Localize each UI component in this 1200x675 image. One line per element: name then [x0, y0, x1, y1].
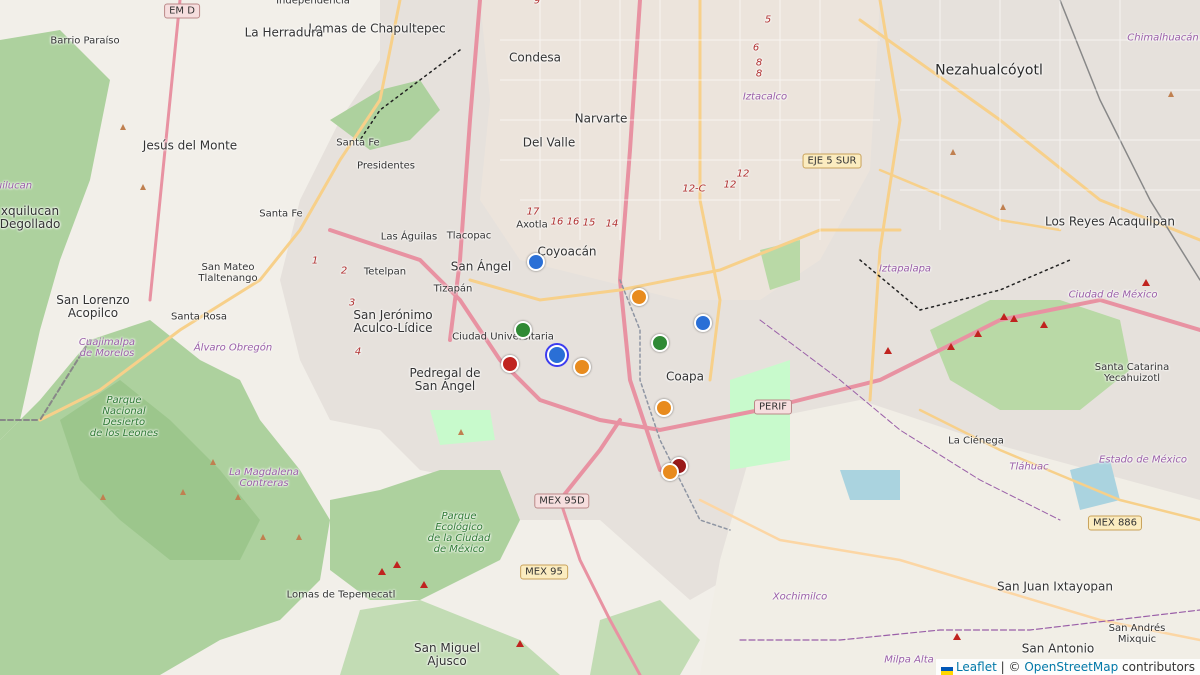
place-label-magdalena: La Magdalena Contreras — [229, 467, 299, 489]
place-label-coyoacan: Coyoacán — [537, 244, 597, 259]
place-label-nezahualcoyotl: Nezahualcóyotl — [935, 62, 1043, 79]
place-label-san-antonio: San Antonio — [1021, 641, 1095, 656]
map-attribution: Leaflet | © OpenStreetMap contributors — [935, 659, 1200, 675]
place-label-tetelpan: Tetelpan — [363, 266, 407, 278]
place-label-cuajimalpa: Cuajimalpa de Morelos — [78, 337, 136, 359]
place-label-los-reyes: Los Reyes Acaquilpan — [1044, 214, 1176, 229]
map-marker-m2[interactable] — [630, 288, 648, 306]
place-label-la-herradura: La Herradura — [244, 25, 324, 40]
place-label-san-jeronimo: San Jerónimo Aculco-Lídice — [353, 307, 433, 335]
route-number-label: 5 — [764, 14, 772, 26]
map-marker-m4[interactable] — [514, 321, 532, 339]
route-number-label: 14 — [605, 218, 619, 230]
route-number-label: 2 — [340, 265, 348, 277]
place-label-santa-fe-2: Santa Fe — [259, 208, 303, 220]
place-label-san-andres-mixquic: San Andrés Mixquic — [1108, 623, 1166, 645]
place-label-san-lorenzo: San Lorenzo Acopilco — [56, 292, 130, 320]
route-number-label: 8 — [755, 57, 763, 69]
route-number-label: 3 — [348, 297, 356, 309]
place-label-del-valle: Del Valle — [522, 135, 576, 150]
route-number-label: 8 — [755, 68, 763, 80]
place-label-parque-desierto: Parque Nacional Desierto de los Leones — [89, 395, 159, 439]
place-label-axotla: Axotla — [516, 219, 548, 231]
place-label-santa-fe-1: Santa Fe — [336, 137, 380, 149]
place-label-ciudad-universitaria: Ciudad Universitaria — [452, 331, 554, 343]
place-label-san-angel: San Ángel — [450, 259, 512, 274]
leaflet-link[interactable]: Leaflet — [956, 660, 997, 674]
place-label-ciudad-mexico: Ciudad de México — [1068, 289, 1158, 301]
map-marker-m1[interactable] — [527, 253, 545, 271]
place-label-las-aguilas: Las Águilas — [380, 231, 438, 243]
road-shield-mex-95d: MEX 95D — [534, 493, 590, 509]
place-label-coapa: Coapa — [665, 369, 705, 384]
road-shield-eje-5-sur: EJE 5 SUR — [802, 153, 862, 169]
road-shield-mex-95: MEX 95 — [520, 564, 568, 580]
place-label-barrio-paraiso: Barrio Paraíso — [50, 35, 120, 47]
route-number-label: 4 — [354, 346, 362, 358]
place-label-iztacalco: Iztacalco — [742, 91, 788, 103]
place-label-condesa: Condesa — [509, 50, 561, 65]
route-number-label: 17 — [526, 206, 540, 218]
place-label-xquilucan: xquilucan Degollado — [0, 203, 61, 231]
route-number-label: 1 — [311, 255, 319, 267]
attribution-separator: | — [1000, 660, 1005, 674]
route-number-label: 6 — [752, 42, 760, 54]
place-label-presidentes: Presidentes — [356, 160, 416, 172]
place-label-san-juan-ixtayopan: San Juan Ixtayopan — [996, 579, 1114, 594]
route-number-label: 16 — [566, 216, 580, 228]
place-label-chimalhuacan: Chimalhuacán — [1127, 32, 1199, 44]
map-marker-m9[interactable] — [655, 399, 673, 417]
place-label-xochimilco: Xochimilco — [772, 591, 828, 603]
map-container[interactable]: Nezahualcóyotl Chimalhuacán Iztacalco Conde… — [0, 0, 1200, 675]
map-marker-m3[interactable] — [694, 314, 712, 332]
place-label-narvarte: Narvarte — [574, 111, 628, 126]
place-label-santa-catarina: Santa Catarina Yecahuizotl — [1094, 362, 1170, 384]
ukraine-flag-icon — [940, 664, 953, 675]
place-label-tizapan: Tizapán — [433, 283, 473, 295]
copyright-symbol: © — [1008, 660, 1021, 674]
place-label-independencia: Independencia — [276, 0, 350, 7]
road-shield-em-d: EM D — [164, 3, 200, 19]
place-label-pedregal: Pedregal de San Ángel — [409, 365, 481, 393]
map-marker-m11[interactable] — [661, 463, 679, 481]
openstreetmap-link[interactable]: OpenStreetMap — [1024, 660, 1118, 674]
place-label-iztapalapa: Iztapalapa — [878, 263, 932, 275]
place-label-tlacopac: Tlacopac — [446, 230, 492, 242]
place-label-parque-ecologico: Parque Ecológico de la Ciudad de México — [427, 511, 491, 555]
route-number-label: 9 — [533, 0, 541, 7]
route-number-label: 12 — [736, 168, 750, 180]
place-label-san-mateo: San Mateo Tlaltenango — [198, 262, 258, 284]
road-shield-perif: PERIF — [754, 399, 792, 415]
route-number-label: 12-C — [682, 183, 706, 195]
map-marker-m8[interactable] — [573, 358, 591, 376]
contributors-text: contributors — [1122, 660, 1195, 674]
place-label-lomas-tepemecatl: Lomas de Tepemecatl — [286, 589, 396, 601]
map-marker-m5[interactable] — [651, 334, 669, 352]
map-marker-m6[interactable] — [547, 345, 567, 365]
route-number-label: 16 — [550, 216, 564, 228]
place-label-tlahuac: Tláhuac — [1009, 461, 1049, 473]
place-label-milpa-alta: Milpa Alta — [884, 654, 934, 666]
place-label-huixquilucan-admin: uilucan — [0, 180, 33, 192]
place-label-lomas-chapultepec: Lomas de Chapultepec — [308, 21, 446, 36]
map-marker-m7[interactable] — [501, 355, 519, 373]
place-label-alvaro-obregon: Álvaro Obregón — [193, 342, 273, 354]
route-number-label: 15 — [582, 217, 596, 229]
map-tiles — [0, 0, 1200, 675]
place-label-san-miguel-ajusco: San Miguel Ajusco — [413, 640, 481, 668]
place-label-jesus-del-monte: Jesús del Monte — [142, 138, 238, 153]
place-label-estado-mexico: Estado de México — [1099, 454, 1187, 466]
road-shield-mex-886: MEX 886 — [1087, 515, 1143, 531]
route-number-label: 12 — [723, 179, 737, 191]
place-label-la-cienega: La Ciénega — [948, 435, 1004, 447]
place-label-santa-rosa: Santa Rosa — [171, 311, 227, 323]
